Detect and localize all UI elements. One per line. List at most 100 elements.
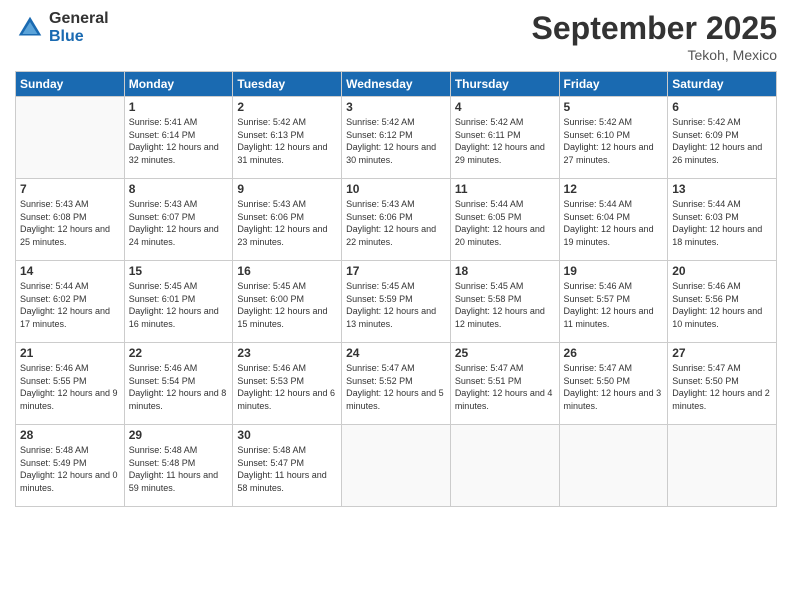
day-number: 2: [237, 100, 337, 114]
day-info: Sunrise: 5:48 AMSunset: 5:47 PMDaylight:…: [237, 444, 337, 494]
day-info: Sunrise: 5:48 AMSunset: 5:48 PMDaylight:…: [129, 444, 229, 494]
table-row: 30 Sunrise: 5:48 AMSunset: 5:47 PMDaylig…: [233, 425, 342, 507]
table-row: 16 Sunrise: 5:45 AMSunset: 6:00 PMDaylig…: [233, 261, 342, 343]
table-row: 28 Sunrise: 5:48 AMSunset: 5:49 PMDaylig…: [16, 425, 125, 507]
header: General Blue September 2025 Tekoh, Mexic…: [15, 10, 777, 63]
table-row: 14 Sunrise: 5:44 AMSunset: 6:02 PMDaylig…: [16, 261, 125, 343]
table-row: 2 Sunrise: 5:42 AMSunset: 6:13 PMDayligh…: [233, 97, 342, 179]
day-number: 13: [672, 182, 772, 196]
day-number: 24: [346, 346, 446, 360]
table-row: [16, 97, 125, 179]
calendar-row: 7 Sunrise: 5:43 AMSunset: 6:08 PMDayligh…: [16, 179, 777, 261]
day-number: 14: [20, 264, 120, 278]
day-info: Sunrise: 5:43 AMSunset: 6:08 PMDaylight:…: [20, 198, 120, 248]
table-row: [450, 425, 559, 507]
day-number: 12: [564, 182, 664, 196]
table-row: 21 Sunrise: 5:46 AMSunset: 5:55 PMDaylig…: [16, 343, 125, 425]
table-row: 23 Sunrise: 5:46 AMSunset: 5:53 PMDaylig…: [233, 343, 342, 425]
table-row: 6 Sunrise: 5:42 AMSunset: 6:09 PMDayligh…: [668, 97, 777, 179]
table-row: 10 Sunrise: 5:43 AMSunset: 6:06 PMDaylig…: [342, 179, 451, 261]
calendar-row: 14 Sunrise: 5:44 AMSunset: 6:02 PMDaylig…: [16, 261, 777, 343]
table-row: [668, 425, 777, 507]
logo-general: General: [49, 10, 109, 28]
calendar-row: 21 Sunrise: 5:46 AMSunset: 5:55 PMDaylig…: [16, 343, 777, 425]
calendar-row: 28 Sunrise: 5:48 AMSunset: 5:49 PMDaylig…: [16, 425, 777, 507]
day-info: Sunrise: 5:42 AMSunset: 6:13 PMDaylight:…: [237, 116, 337, 166]
day-info: Sunrise: 5:45 AMSunset: 6:00 PMDaylight:…: [237, 280, 337, 330]
day-info: Sunrise: 5:48 AMSunset: 5:49 PMDaylight:…: [20, 444, 120, 494]
table-row: 25 Sunrise: 5:47 AMSunset: 5:51 PMDaylig…: [450, 343, 559, 425]
day-info: Sunrise: 5:43 AMSunset: 6:06 PMDaylight:…: [346, 198, 446, 248]
header-wednesday: Wednesday: [342, 72, 451, 97]
table-row: 19 Sunrise: 5:46 AMSunset: 5:57 PMDaylig…: [559, 261, 668, 343]
day-info: Sunrise: 5:45 AMSunset: 5:58 PMDaylight:…: [455, 280, 555, 330]
day-number: 17: [346, 264, 446, 278]
page: General Blue September 2025 Tekoh, Mexic…: [0, 0, 792, 612]
logo-icon: [15, 13, 45, 43]
day-number: 28: [20, 428, 120, 442]
table-row: [342, 425, 451, 507]
table-row: 4 Sunrise: 5:42 AMSunset: 6:11 PMDayligh…: [450, 97, 559, 179]
day-number: 18: [455, 264, 555, 278]
day-number: 15: [129, 264, 229, 278]
day-number: 4: [455, 100, 555, 114]
day-info: Sunrise: 5:46 AMSunset: 5:55 PMDaylight:…: [20, 362, 120, 412]
calendar: Sunday Monday Tuesday Wednesday Thursday…: [15, 71, 777, 507]
day-number: 25: [455, 346, 555, 360]
day-number: 21: [20, 346, 120, 360]
day-info: Sunrise: 5:47 AMSunset: 5:51 PMDaylight:…: [455, 362, 555, 412]
day-info: Sunrise: 5:43 AMSunset: 6:07 PMDaylight:…: [129, 198, 229, 248]
table-row: 29 Sunrise: 5:48 AMSunset: 5:48 PMDaylig…: [124, 425, 233, 507]
day-number: 1: [129, 100, 229, 114]
day-info: Sunrise: 5:46 AMSunset: 5:53 PMDaylight:…: [237, 362, 337, 412]
table-row: 7 Sunrise: 5:43 AMSunset: 6:08 PMDayligh…: [16, 179, 125, 261]
day-info: Sunrise: 5:44 AMSunset: 6:03 PMDaylight:…: [672, 198, 772, 248]
table-row: 17 Sunrise: 5:45 AMSunset: 5:59 PMDaylig…: [342, 261, 451, 343]
day-number: 11: [455, 182, 555, 196]
day-info: Sunrise: 5:45 AMSunset: 6:01 PMDaylight:…: [129, 280, 229, 330]
table-row: 12 Sunrise: 5:44 AMSunset: 6:04 PMDaylig…: [559, 179, 668, 261]
table-row: 5 Sunrise: 5:42 AMSunset: 6:10 PMDayligh…: [559, 97, 668, 179]
day-info: Sunrise: 5:44 AMSunset: 6:05 PMDaylight:…: [455, 198, 555, 248]
day-info: Sunrise: 5:46 AMSunset: 5:54 PMDaylight:…: [129, 362, 229, 412]
table-row: 8 Sunrise: 5:43 AMSunset: 6:07 PMDayligh…: [124, 179, 233, 261]
day-number: 10: [346, 182, 446, 196]
day-number: 16: [237, 264, 337, 278]
day-info: Sunrise: 5:45 AMSunset: 5:59 PMDaylight:…: [346, 280, 446, 330]
day-info: Sunrise: 5:44 AMSunset: 6:02 PMDaylight:…: [20, 280, 120, 330]
table-row: 3 Sunrise: 5:42 AMSunset: 6:12 PMDayligh…: [342, 97, 451, 179]
table-row: 24 Sunrise: 5:47 AMSunset: 5:52 PMDaylig…: [342, 343, 451, 425]
day-info: Sunrise: 5:42 AMSunset: 6:12 PMDaylight:…: [346, 116, 446, 166]
day-info: Sunrise: 5:44 AMSunset: 6:04 PMDaylight:…: [564, 198, 664, 248]
day-info: Sunrise: 5:43 AMSunset: 6:06 PMDaylight:…: [237, 198, 337, 248]
day-number: 19: [564, 264, 664, 278]
table-row: 22 Sunrise: 5:46 AMSunset: 5:54 PMDaylig…: [124, 343, 233, 425]
title-block: September 2025 Tekoh, Mexico: [532, 10, 777, 63]
day-info: Sunrise: 5:42 AMSunset: 6:10 PMDaylight:…: [564, 116, 664, 166]
logo-text: General Blue: [49, 10, 109, 45]
day-info: Sunrise: 5:46 AMSunset: 5:56 PMDaylight:…: [672, 280, 772, 330]
table-row: 9 Sunrise: 5:43 AMSunset: 6:06 PMDayligh…: [233, 179, 342, 261]
day-info: Sunrise: 5:42 AMSunset: 6:09 PMDaylight:…: [672, 116, 772, 166]
weekday-header-row: Sunday Monday Tuesday Wednesday Thursday…: [16, 72, 777, 97]
day-info: Sunrise: 5:47 AMSunset: 5:50 PMDaylight:…: [672, 362, 772, 412]
table-row: 18 Sunrise: 5:45 AMSunset: 5:58 PMDaylig…: [450, 261, 559, 343]
table-row: [559, 425, 668, 507]
table-row: 26 Sunrise: 5:47 AMSunset: 5:50 PMDaylig…: [559, 343, 668, 425]
header-saturday: Saturday: [668, 72, 777, 97]
day-number: 3: [346, 100, 446, 114]
day-info: Sunrise: 5:41 AMSunset: 6:14 PMDaylight:…: [129, 116, 229, 166]
header-monday: Monday: [124, 72, 233, 97]
table-row: 15 Sunrise: 5:45 AMSunset: 6:01 PMDaylig…: [124, 261, 233, 343]
table-row: 13 Sunrise: 5:44 AMSunset: 6:03 PMDaylig…: [668, 179, 777, 261]
day-number: 23: [237, 346, 337, 360]
table-row: 27 Sunrise: 5:47 AMSunset: 5:50 PMDaylig…: [668, 343, 777, 425]
day-number: 8: [129, 182, 229, 196]
day-info: Sunrise: 5:46 AMSunset: 5:57 PMDaylight:…: [564, 280, 664, 330]
logo-blue: Blue: [49, 28, 109, 46]
calendar-row: 1 Sunrise: 5:41 AMSunset: 6:14 PMDayligh…: [16, 97, 777, 179]
location: Tekoh, Mexico: [532, 47, 777, 63]
table-row: 1 Sunrise: 5:41 AMSunset: 6:14 PMDayligh…: [124, 97, 233, 179]
header-thursday: Thursday: [450, 72, 559, 97]
day-number: 6: [672, 100, 772, 114]
